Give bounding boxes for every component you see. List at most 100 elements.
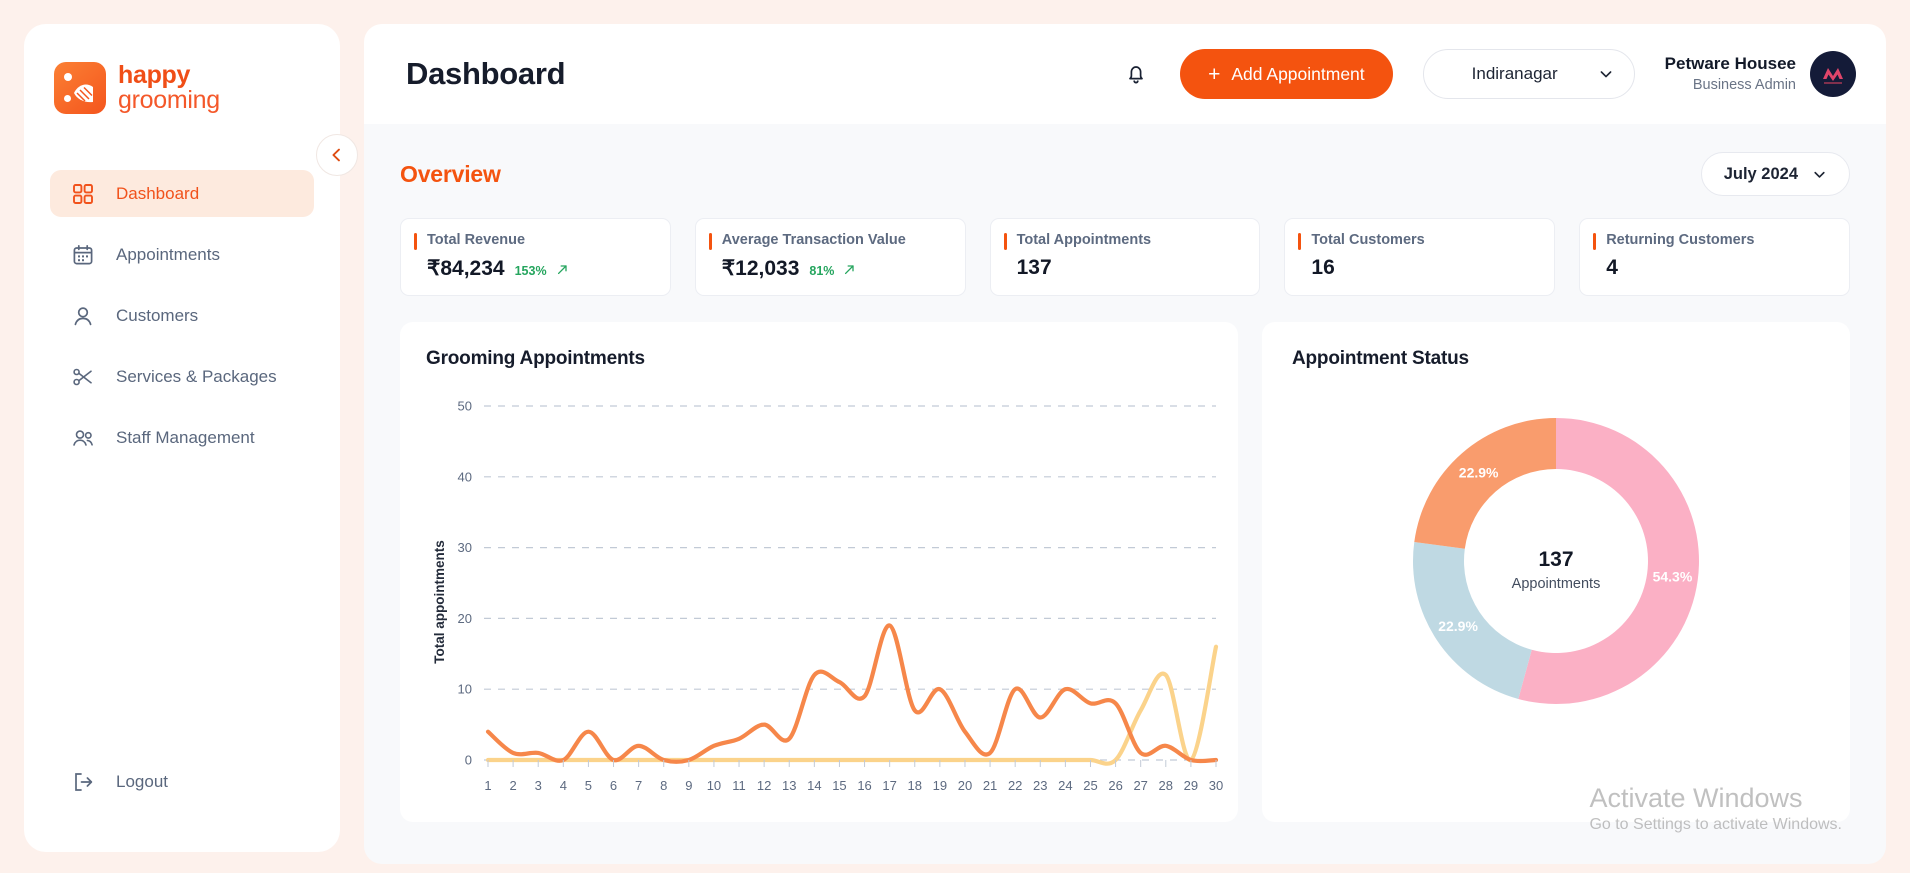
stat-value: 4 xyxy=(1606,256,1618,279)
donut-slice-label: 54.3% xyxy=(1653,569,1693,585)
stat-label: Total Revenue xyxy=(427,232,526,248)
top-bar-actions: + Add Appointment Indiranagar Petware Ho… xyxy=(1122,49,1856,99)
svg-text:22: 22 xyxy=(1008,778,1022,793)
svg-text:19: 19 xyxy=(933,778,947,793)
stat-value: ₹84,234 xyxy=(427,257,505,280)
accent-bar xyxy=(414,233,417,250)
stat-card-average-transaction-value: Average Transaction Value ₹12,033 81% xyxy=(694,218,966,296)
branch-select[interactable]: Indiranagar xyxy=(1422,49,1635,99)
donut-center-value: 137 xyxy=(1538,548,1573,571)
svg-text:15: 15 xyxy=(832,778,846,793)
stat-value: 16 xyxy=(1311,256,1335,279)
stat-card-returning-customers: Returning Customers 4 xyxy=(1579,218,1850,296)
avatar-logo-icon xyxy=(1823,68,1843,84)
user-profile[interactable]: Petware Housee Business Admin xyxy=(1665,51,1856,97)
grooming-appointments-line-chart: 01020304050 1 2 3 4 5 6 7 8 9 10 11 12 13 14 15 16 17 18 1… xyxy=(432,399,1223,794)
dashboard-page: happy grooming Dashboard Appointments Cu… xyxy=(0,0,1910,873)
sidebar-collapse-button[interactable] xyxy=(316,134,358,176)
users-icon xyxy=(73,429,93,446)
appointment-status-donut-chart: 54.3% 22.9% 22.9% 137 Appointments xyxy=(1413,418,1699,704)
logout-button[interactable]: Logout xyxy=(50,760,190,804)
main-area: Dashboard + Add Appointment Indiranagar xyxy=(364,24,1886,864)
stat-label: Returning Customers xyxy=(1606,232,1755,248)
sidebar-item-label: Staff Management xyxy=(116,427,255,447)
overview-title: Overview xyxy=(400,160,501,187)
appointment-status-panel: Appointment Status 54.3% 22.9% 22.9% 137 A… xyxy=(1262,322,1850,822)
svg-text:10: 10 xyxy=(458,682,472,697)
donut-slice-label: 22.9% xyxy=(1438,618,1478,634)
svg-text:27: 27 xyxy=(1133,778,1147,793)
y-axis-title: Total appointments xyxy=(432,540,447,664)
svg-text:23: 23 xyxy=(1033,778,1047,793)
svg-text:17: 17 xyxy=(882,778,896,793)
paw-mark-icon xyxy=(74,84,93,103)
chevron-down-icon xyxy=(1600,71,1612,78)
stat-value: ₹12,033 xyxy=(721,257,800,280)
sidebar: happy grooming Dashboard Appointments Cu… xyxy=(24,24,340,852)
brand-logo: happy grooming xyxy=(24,24,340,114)
month-select[interactable]: July 2024 xyxy=(1700,152,1850,196)
brand-line-1: happy xyxy=(118,60,191,89)
sidebar-item-dashboard[interactable]: Dashboard xyxy=(50,170,314,217)
svg-text:5: 5 xyxy=(585,778,592,793)
stat-delta: 81% xyxy=(809,264,835,278)
donut-center-label: Appointments xyxy=(1512,576,1601,592)
sidebar-item-label: Appointments xyxy=(116,244,220,264)
svg-text:10: 10 xyxy=(707,778,721,793)
arrow-up-right-icon xyxy=(557,265,567,275)
scissors-icon xyxy=(73,368,92,385)
grid-icon xyxy=(73,183,93,204)
add-appointment-button[interactable]: + Add Appointment xyxy=(1180,49,1393,99)
chevron-down-icon xyxy=(1814,171,1825,178)
brand-line-2: grooming xyxy=(118,86,220,114)
svg-text:2: 2 xyxy=(509,778,516,793)
svg-text:4: 4 xyxy=(560,778,567,793)
svg-text:29: 29 xyxy=(1184,778,1198,793)
happy-grooming-logo-icon xyxy=(54,62,106,114)
panel-title: Appointment Status xyxy=(1292,348,1469,369)
stat-label: Total Appointments xyxy=(1016,232,1152,248)
sidebar-nav: Dashboard Appointments Customers Service… xyxy=(24,170,340,461)
svg-text:30: 30 xyxy=(458,540,472,555)
panel-title: Grooming Appointments xyxy=(426,348,645,369)
line-series-completed xyxy=(485,623,1219,764)
add-appointment-label: Add Appointment xyxy=(1231,63,1365,84)
sidebar-item-services-packages[interactable]: Services & Packages xyxy=(50,353,314,400)
avatar[interactable] xyxy=(1810,51,1856,97)
svg-text:30: 30 xyxy=(1209,778,1223,793)
bell-icon[interactable] xyxy=(1122,60,1150,88)
stat-cards: Total Revenue ₹84,234 153% Average Trans… xyxy=(400,218,1850,296)
svg-text:0: 0 xyxy=(465,753,472,768)
svg-text:18: 18 xyxy=(908,778,922,793)
chevron-left-icon xyxy=(332,148,340,162)
svg-text:40: 40 xyxy=(458,469,472,484)
svg-text:20: 20 xyxy=(958,778,972,793)
top-bar: Dashboard + Add Appointment Indiranagar xyxy=(364,24,1886,124)
donut-slice-label: 22.9% xyxy=(1459,465,1499,481)
svg-text:3: 3 xyxy=(535,778,542,793)
sidebar-item-appointments[interactable]: Appointments xyxy=(50,231,314,278)
svg-text:1: 1 xyxy=(484,778,491,793)
user-name: Petware Housee xyxy=(1664,53,1796,73)
sidebar-item-customers[interactable]: Customers xyxy=(50,292,314,339)
sidebar-item-label: Customers xyxy=(116,305,199,325)
panels-row: Grooming Appointments 0 10 20 30 40 50 123456… xyxy=(400,322,1850,822)
svg-text:13: 13 xyxy=(782,778,796,793)
user-icon xyxy=(74,306,92,325)
svg-text:6: 6 xyxy=(610,778,617,793)
accent-bar xyxy=(1003,233,1007,250)
svg-text:12: 12 xyxy=(757,778,771,793)
overview-header: Overview July 2024 xyxy=(400,152,1850,196)
svg-text:14: 14 xyxy=(807,778,821,793)
stat-card-total-customers: Total Customers 16 xyxy=(1284,218,1556,296)
accent-bar xyxy=(1593,233,1597,250)
grooming-appointments-panel: Grooming Appointments 0 10 20 30 40 50 123456… xyxy=(400,322,1238,822)
svg-text:26: 26 xyxy=(1108,778,1122,793)
svg-text:28: 28 xyxy=(1159,778,1173,793)
logout-label: Logout xyxy=(116,772,168,791)
stat-label: Average Transaction Value xyxy=(721,232,906,248)
sidebar-item-staff-management[interactable]: Staff Management xyxy=(50,414,314,461)
svg-text:50: 50 xyxy=(458,399,472,414)
user-role: Business Admin xyxy=(1692,76,1796,93)
svg-text:25: 25 xyxy=(1083,778,1097,793)
